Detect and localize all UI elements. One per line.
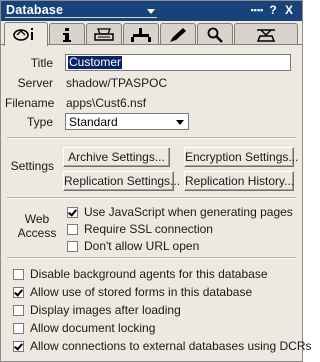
chevron-down-icon[interactable] [147,9,155,14]
tab-printer[interactable] [86,23,122,44]
require-ssl-checkbox[interactable] [67,224,78,235]
tab-full-text[interactable] [197,23,233,44]
info-icon [63,28,71,42]
divider [7,257,296,259]
use-javascript-checkbox[interactable] [67,207,78,218]
require-ssl-label: Require SSL connection [84,222,213,236]
tab-launch[interactable] [160,23,196,44]
type-label: Type [26,115,53,129]
allow-dcr-connections-checkbox[interactable] [13,341,24,352]
dots-icon[interactable]: ▪▪▪▪ [249,3,265,18]
title-value[interactable]: Customer [68,56,123,69]
allow-dcr-connections-label: Allow connections to external databases … [30,339,312,353]
tab-advanced[interactable] [234,23,298,44]
allow-document-locking-checkbox[interactable] [13,323,24,334]
divider [7,197,296,199]
window-title: Database [6,3,64,17]
design-icon [131,28,151,42]
encryption-settings-button[interactable]: Encryption Settings... [184,147,298,167]
no-url-open-checkbox[interactable] [67,241,78,252]
web-access-label-line1: Web [24,212,50,226]
printer-icon [94,28,114,41]
type-value: Standard [69,115,118,129]
close-button[interactable]: X [282,3,296,18]
display-images-after-loading-checkbox[interactable] [13,305,24,316]
allow-document-locking-label: Allow document locking [30,321,156,335]
type-select[interactable]: Standard [65,113,189,130]
filename-value: apps\Cust6.nsf [66,96,147,110]
allow-stored-forms-checkbox[interactable] [13,287,24,298]
server-value: shadow/TPASPOC [66,76,168,90]
tab-design[interactable] [123,23,159,44]
replication-history-button[interactable]: Replication History... [184,171,294,191]
allow-stored-forms-label: Allow use of stored forms in this databa… [30,285,253,299]
replication-settings-button[interactable]: Replication Settings... [63,171,180,191]
archive-settings-button[interactable]: Archive Settings... [63,147,170,167]
display-images-after-loading-label: Display images after loading [30,303,181,317]
server-label: Server [17,76,53,90]
settings-label: Settings [10,159,54,173]
chevron-down-icon[interactable] [176,120,184,125]
launch-icon [170,28,186,42]
properties-type-dropdown[interactable] [5,17,157,18]
advanced-icon [256,29,276,42]
database-properties-window: Database ▪▪▪▪ ? X Title Customer Server … [0,0,311,362]
web-access-label-line2: Access [17,226,57,240]
title-bar[interactable]: Database ▪▪▪▪ ? X [1,1,302,21]
disable-background-agents-checkbox[interactable] [13,269,24,280]
tab-strip [1,21,302,46]
basics-icon [13,28,33,41]
title-label: Title [30,56,53,70]
use-javascript-label: Use JavaScript when generating pages [84,205,293,219]
disable-background-agents-label: Disable background agents for this datab… [30,267,268,281]
divider [7,137,296,139]
filename-label: Filename [5,96,55,110]
no-url-open-label: Don't allow URL open [84,239,200,253]
title-field[interactable]: Customer [65,54,291,71]
help-button[interactable]: ? [267,3,279,18]
tab-basics[interactable] [4,22,48,46]
magnifier-icon [207,27,223,43]
tab-info[interactable] [49,23,85,44]
